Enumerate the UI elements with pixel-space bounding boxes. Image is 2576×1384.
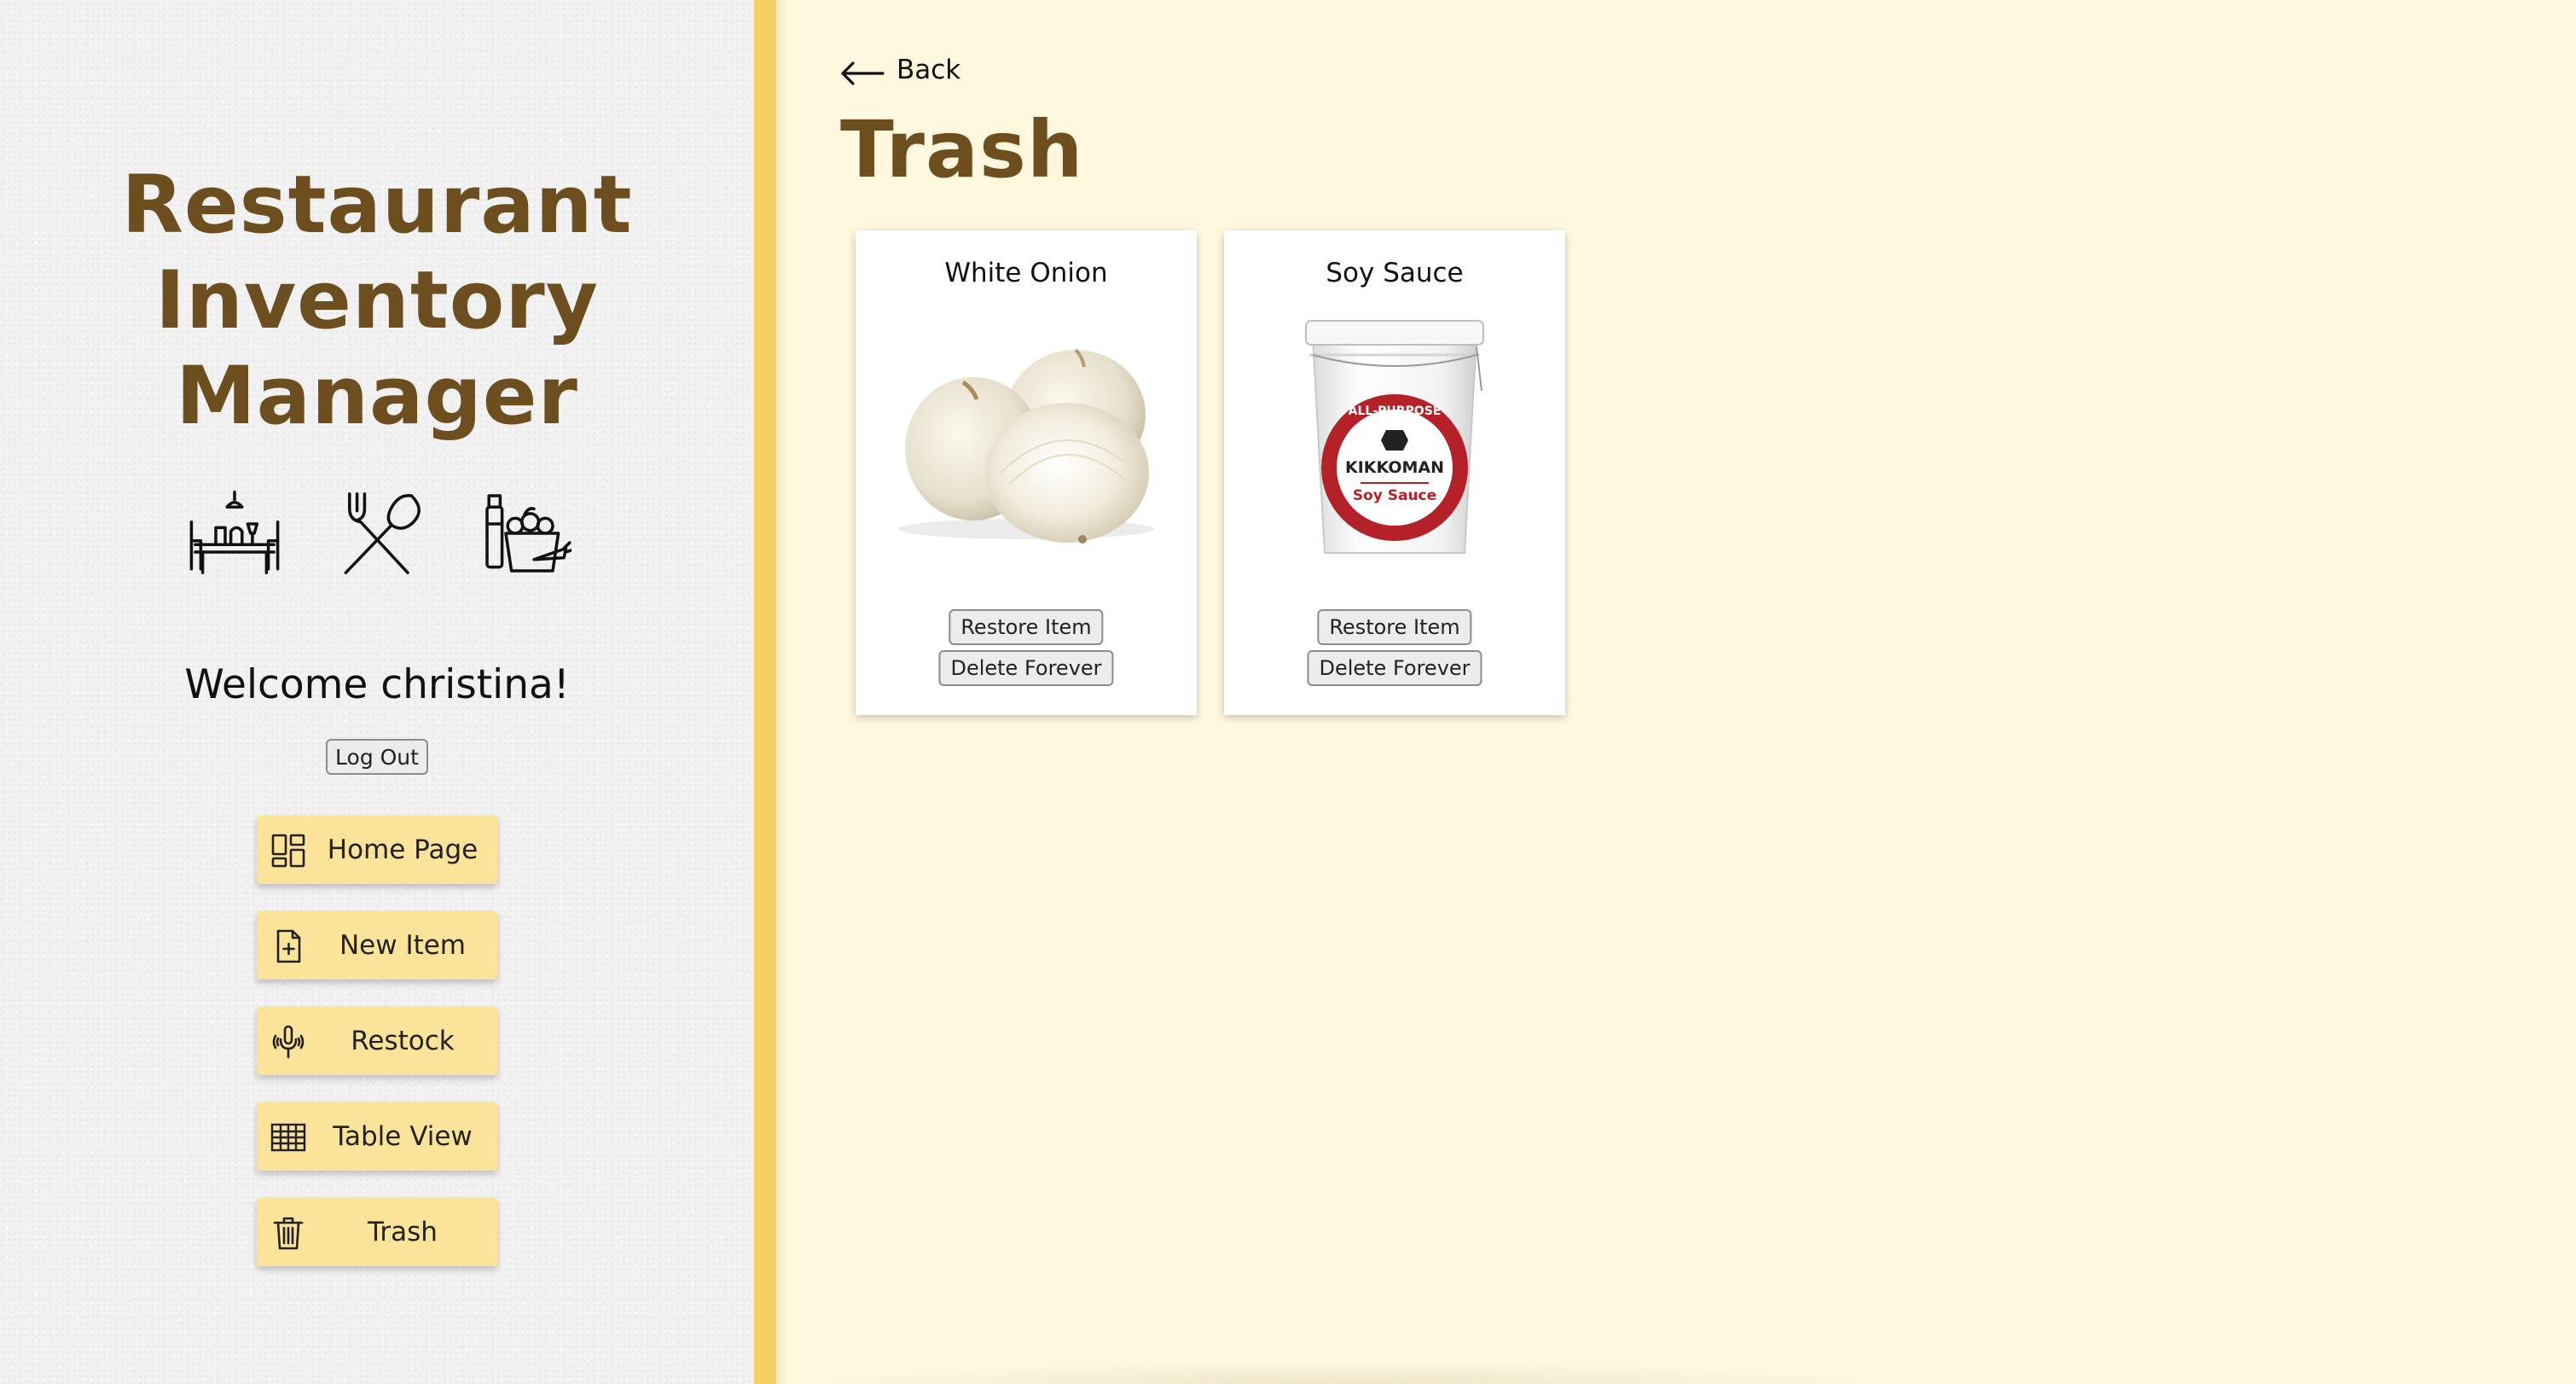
nav-label: New Item <box>339 930 467 961</box>
nav-label: Trash <box>368 1217 438 1247</box>
delete-forever-button[interactable]: Delete Forever <box>938 650 1114 686</box>
trash-item-card: Soy Sauce ALL-PURPOSE KIKKOMAN Soy Sauce <box>1224 230 1565 715</box>
welcome-message: Welcome christina! <box>184 661 570 708</box>
table-grid-icon <box>270 1123 306 1152</box>
microphone-icon <box>272 1025 305 1059</box>
file-add-icon <box>276 929 301 963</box>
app-title-line: Restaurant <box>121 159 633 252</box>
sidebar: Restaurant Inventory Manager Welcome chr… <box>0 0 754 1384</box>
nav-home-page-button[interactable]: Home Page <box>257 816 497 884</box>
app-title-line: Manager <box>176 350 578 443</box>
back-label: Back <box>896 55 961 85</box>
hero-icons <box>179 486 580 589</box>
arrow-left-icon <box>841 61 885 85</box>
nav-label: Restock <box>351 1026 455 1056</box>
trash-can-icon <box>273 1217 304 1250</box>
nav-label: Home Page <box>327 834 479 865</box>
divider-shadow <box>776 0 788 1384</box>
nav-table-view-button[interactable]: Table View <box>257 1102 497 1171</box>
delete-forever-button[interactable]: Delete Forever <box>1307 650 1482 686</box>
sidebar-divider <box>754 0 776 1384</box>
kikkoman-product-text: Soy Sauce <box>1353 487 1436 504</box>
restore-item-button[interactable]: Restore Item <box>949 609 1104 645</box>
nav-trash-button[interactable]: Trash <box>257 1198 497 1266</box>
nav-restock-button[interactable]: Restock <box>257 1007 497 1075</box>
nav-label: Table View <box>333 1121 473 1152</box>
fork-spoon-icon <box>344 492 421 574</box>
kikkoman-ring-text: ALL-PURPOSE <box>1349 404 1442 418</box>
groceries-icon <box>485 494 571 573</box>
nav-new-item-button[interactable]: New Item <box>257 911 497 980</box>
trash-item-card: White Onion Restore Item Delete Forever <box>856 230 1197 715</box>
app-title: Restaurant Inventory Manager <box>0 158 754 445</box>
bottom-shadow <box>788 1361 1897 1384</box>
item-name: Soy Sauce <box>1326 258 1464 288</box>
app-title-line: Inventory <box>155 254 599 347</box>
item-name: White Onion <box>944 258 1108 288</box>
logout-button[interactable]: Log Out <box>326 739 428 775</box>
restore-item-button[interactable]: Restore Item <box>1317 609 1472 645</box>
soy-sauce-bucket-image: ALL-PURPOSE KIKKOMAN Soy Sauce <box>1305 320 1484 554</box>
kikkoman-brand-text: KIKKOMAN <box>1345 458 1444 477</box>
dashboard-grid-icon <box>271 834 305 868</box>
restaurant-table-icon <box>189 490 280 574</box>
page-title: Trash <box>840 104 1084 195</box>
white-onion-image <box>898 348 1154 544</box>
